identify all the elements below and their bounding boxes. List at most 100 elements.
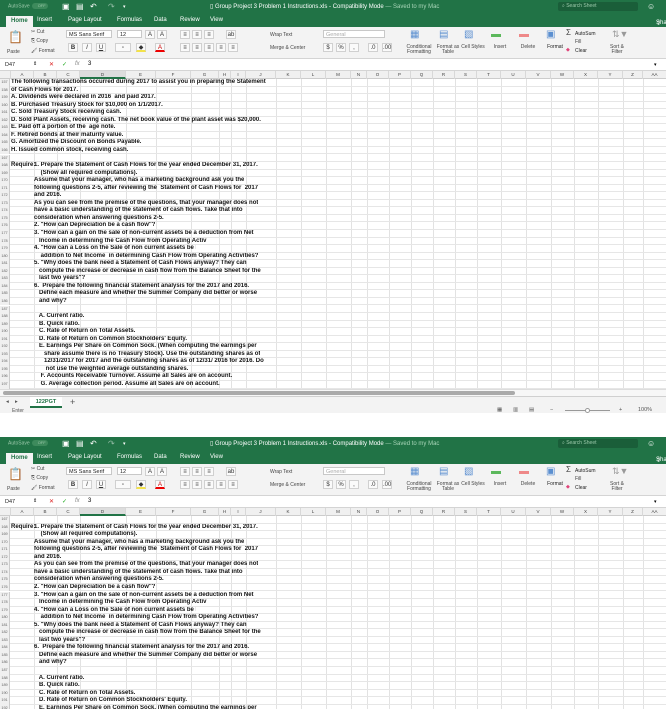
fx-icon[interactable]: fx [75,498,80,504]
row-header[interactable]: 177 [0,591,10,599]
font-color-icon[interactable]: A [155,480,165,489]
column-header-F[interactable]: F [156,508,191,516]
row-header[interactable]: 181 [0,260,10,268]
cell-text[interactable]: 3. "How can a gain on the sale of non-cu… [34,592,254,599]
sort-filter-button[interactable]: Sort & Filter [607,482,627,492]
cell-text[interactable]: H. Issued common stock, receiving cash. [11,147,128,154]
cell-text[interactable]: 4. "How can a Loss on the Sale of non cu… [34,245,196,252]
row-header[interactable]: 180 [0,252,10,261]
borders-icon[interactable]: ▫ [115,480,131,489]
enter-icon[interactable]: ✓ [62,498,67,505]
column-header-K[interactable]: K [276,71,301,79]
align-left-icon[interactable]: ≡ [180,480,190,489]
increase-decimal-icon[interactable]: .0 [368,480,378,489]
autosum-button[interactable]: AutoSum [575,468,596,474]
search-input[interactable]: ⌕ Search Sheet [558,2,638,11]
align-top-icon[interactable]: ≡ [180,30,190,39]
row-header[interactable]: 169 [0,531,10,539]
column-header-V[interactable]: V [526,71,551,79]
select-all-corner[interactable] [0,71,11,79]
cell-text[interactable]: not use the weighted average outstanding… [34,366,189,373]
merge-center-button[interactable]: Merge & Center [270,482,305,488]
feedback-icon[interactable]: ☺ [647,439,655,448]
font-name-select[interactable]: MS Sans Serif [66,467,112,475]
wrap-text-button[interactable]: Wrap Text [270,469,292,475]
cell-text[interactable]: last two years"? [34,275,85,282]
number-format-select[interactable]: General [323,30,385,38]
align-center-icon[interactable]: ≡ [192,480,202,489]
column-header-T[interactable]: T [477,508,501,516]
normal-view-icon[interactable]: ▦ [497,407,502,413]
cell-text[interactable]: B. Purchased Treasury Stock for $10,000 … [11,102,163,109]
clear-button[interactable]: Clear [575,485,587,491]
cell-text[interactable]: compute the increase or decrease in cash… [34,268,261,275]
row-header[interactable]: 157 [0,79,10,87]
row-header[interactable]: 189 [0,682,10,690]
row-header[interactable]: 188 [0,674,10,683]
column-header-A[interactable]: A [11,508,34,516]
comma-button[interactable]: , [349,43,359,52]
paste-button[interactable]: Paste [7,49,20,55]
row-header[interactable]: 192 [0,343,10,351]
cell-text[interactable]: Income in determining the Cash Flow from… [34,599,224,606]
save-icon[interactable]: ▤ [76,2,84,11]
column-header-R[interactable]: R [433,508,455,516]
cell-text[interactable]: share assume there is no Treasury Stock)… [34,351,260,358]
tab-home[interactable]: Home [6,16,33,27]
zoom-out-button[interactable]: − [550,407,553,413]
column-header-T[interactable]: T [477,71,501,79]
cell-text[interactable]: Define each measure and whether the Summ… [34,652,257,659]
increase-decimal-icon[interactable]: .0 [368,43,378,52]
column-header-I[interactable]: I [231,71,246,79]
name-box-stepper[interactable]: ⇕ [33,61,37,67]
row-header[interactable]: 184 [0,282,10,291]
cell-text[interactable]: B. Quick ratio. [34,682,80,689]
cell-text[interactable]: A. Dividends were declared in 2016 and p… [11,94,156,101]
column-header-F[interactable]: F [156,71,191,79]
cell-text[interactable]: Income in determining the Cash Flow from… [34,238,224,245]
cell-text[interactable]: B. Quick ratio. [34,321,80,328]
cell-text[interactable]: E. Paid off a portion of the age note. [11,124,115,131]
comma-button[interactable]: , [349,480,359,489]
column-header-N[interactable]: N [351,71,367,79]
row-header[interactable]: 170 [0,177,10,185]
column-header-O[interactable]: O [367,71,389,79]
column-header-J[interactable]: J [246,508,276,516]
align-bottom-icon[interactable]: ≡ [204,30,214,39]
cell-text[interactable]: last two years"? [34,637,85,644]
cell-styles-button[interactable]: Cell Styles [458,45,488,50]
column-header-C[interactable]: C [57,71,80,79]
cell-text[interactable]: and why? [34,298,67,305]
column-header-H[interactable]: H [219,71,231,79]
column-header-O[interactable]: O [367,508,389,516]
cell-text[interactable]: Define each measure and whether the Summ… [34,290,257,297]
column-header-P[interactable]: P [389,71,411,79]
column-header-U[interactable]: U [501,71,526,79]
column-header-C[interactable]: C [57,508,80,516]
row-header[interactable]: 177 [0,230,10,238]
sidebar-toggle-icon[interactable]: ▣ [62,2,70,11]
copy-button[interactable]: ⎘ Copy [31,475,48,481]
row-header[interactable]: 172 [0,192,10,200]
undo-icon[interactable]: ↶ [90,2,97,11]
tab-formulas[interactable]: Formulas [117,17,142,23]
row-header[interactable]: 171 [0,546,10,554]
decrease-decimal-icon[interactable]: .00 [382,480,392,489]
cell-text[interactable]: C. Sold Treasury Stock receiving cash. [11,109,121,116]
cell-text[interactable]: and 2016. [34,554,61,561]
cell-text[interactable]: 5. "Why does the bank need a Statement o… [34,260,247,267]
row-header[interactable]: 183 [0,275,10,283]
autosave-state[interactable]: OFF [31,3,48,9]
add-sheet-button[interactable]: + [70,397,75,407]
font-name-select[interactable]: MS Sans Serif [66,30,112,38]
cell-b[interactable]: 1. Prepare the Statement of Cash Flows f… [34,524,258,531]
indent-icon[interactable]: ≡ [228,43,238,52]
column-header-W[interactable]: W [551,71,574,79]
row-header[interactable]: 175 [0,576,10,584]
cell-text[interactable]: 4. "How can a Loss on the Sale of non cu… [34,607,196,614]
tab-insert[interactable]: Insert [37,454,52,460]
row-header[interactable]: 191 [0,697,10,705]
column-header-D[interactable]: D [80,508,126,516]
row-header[interactable]: 160 [0,101,10,110]
row-header[interactable]: 172 [0,553,10,562]
